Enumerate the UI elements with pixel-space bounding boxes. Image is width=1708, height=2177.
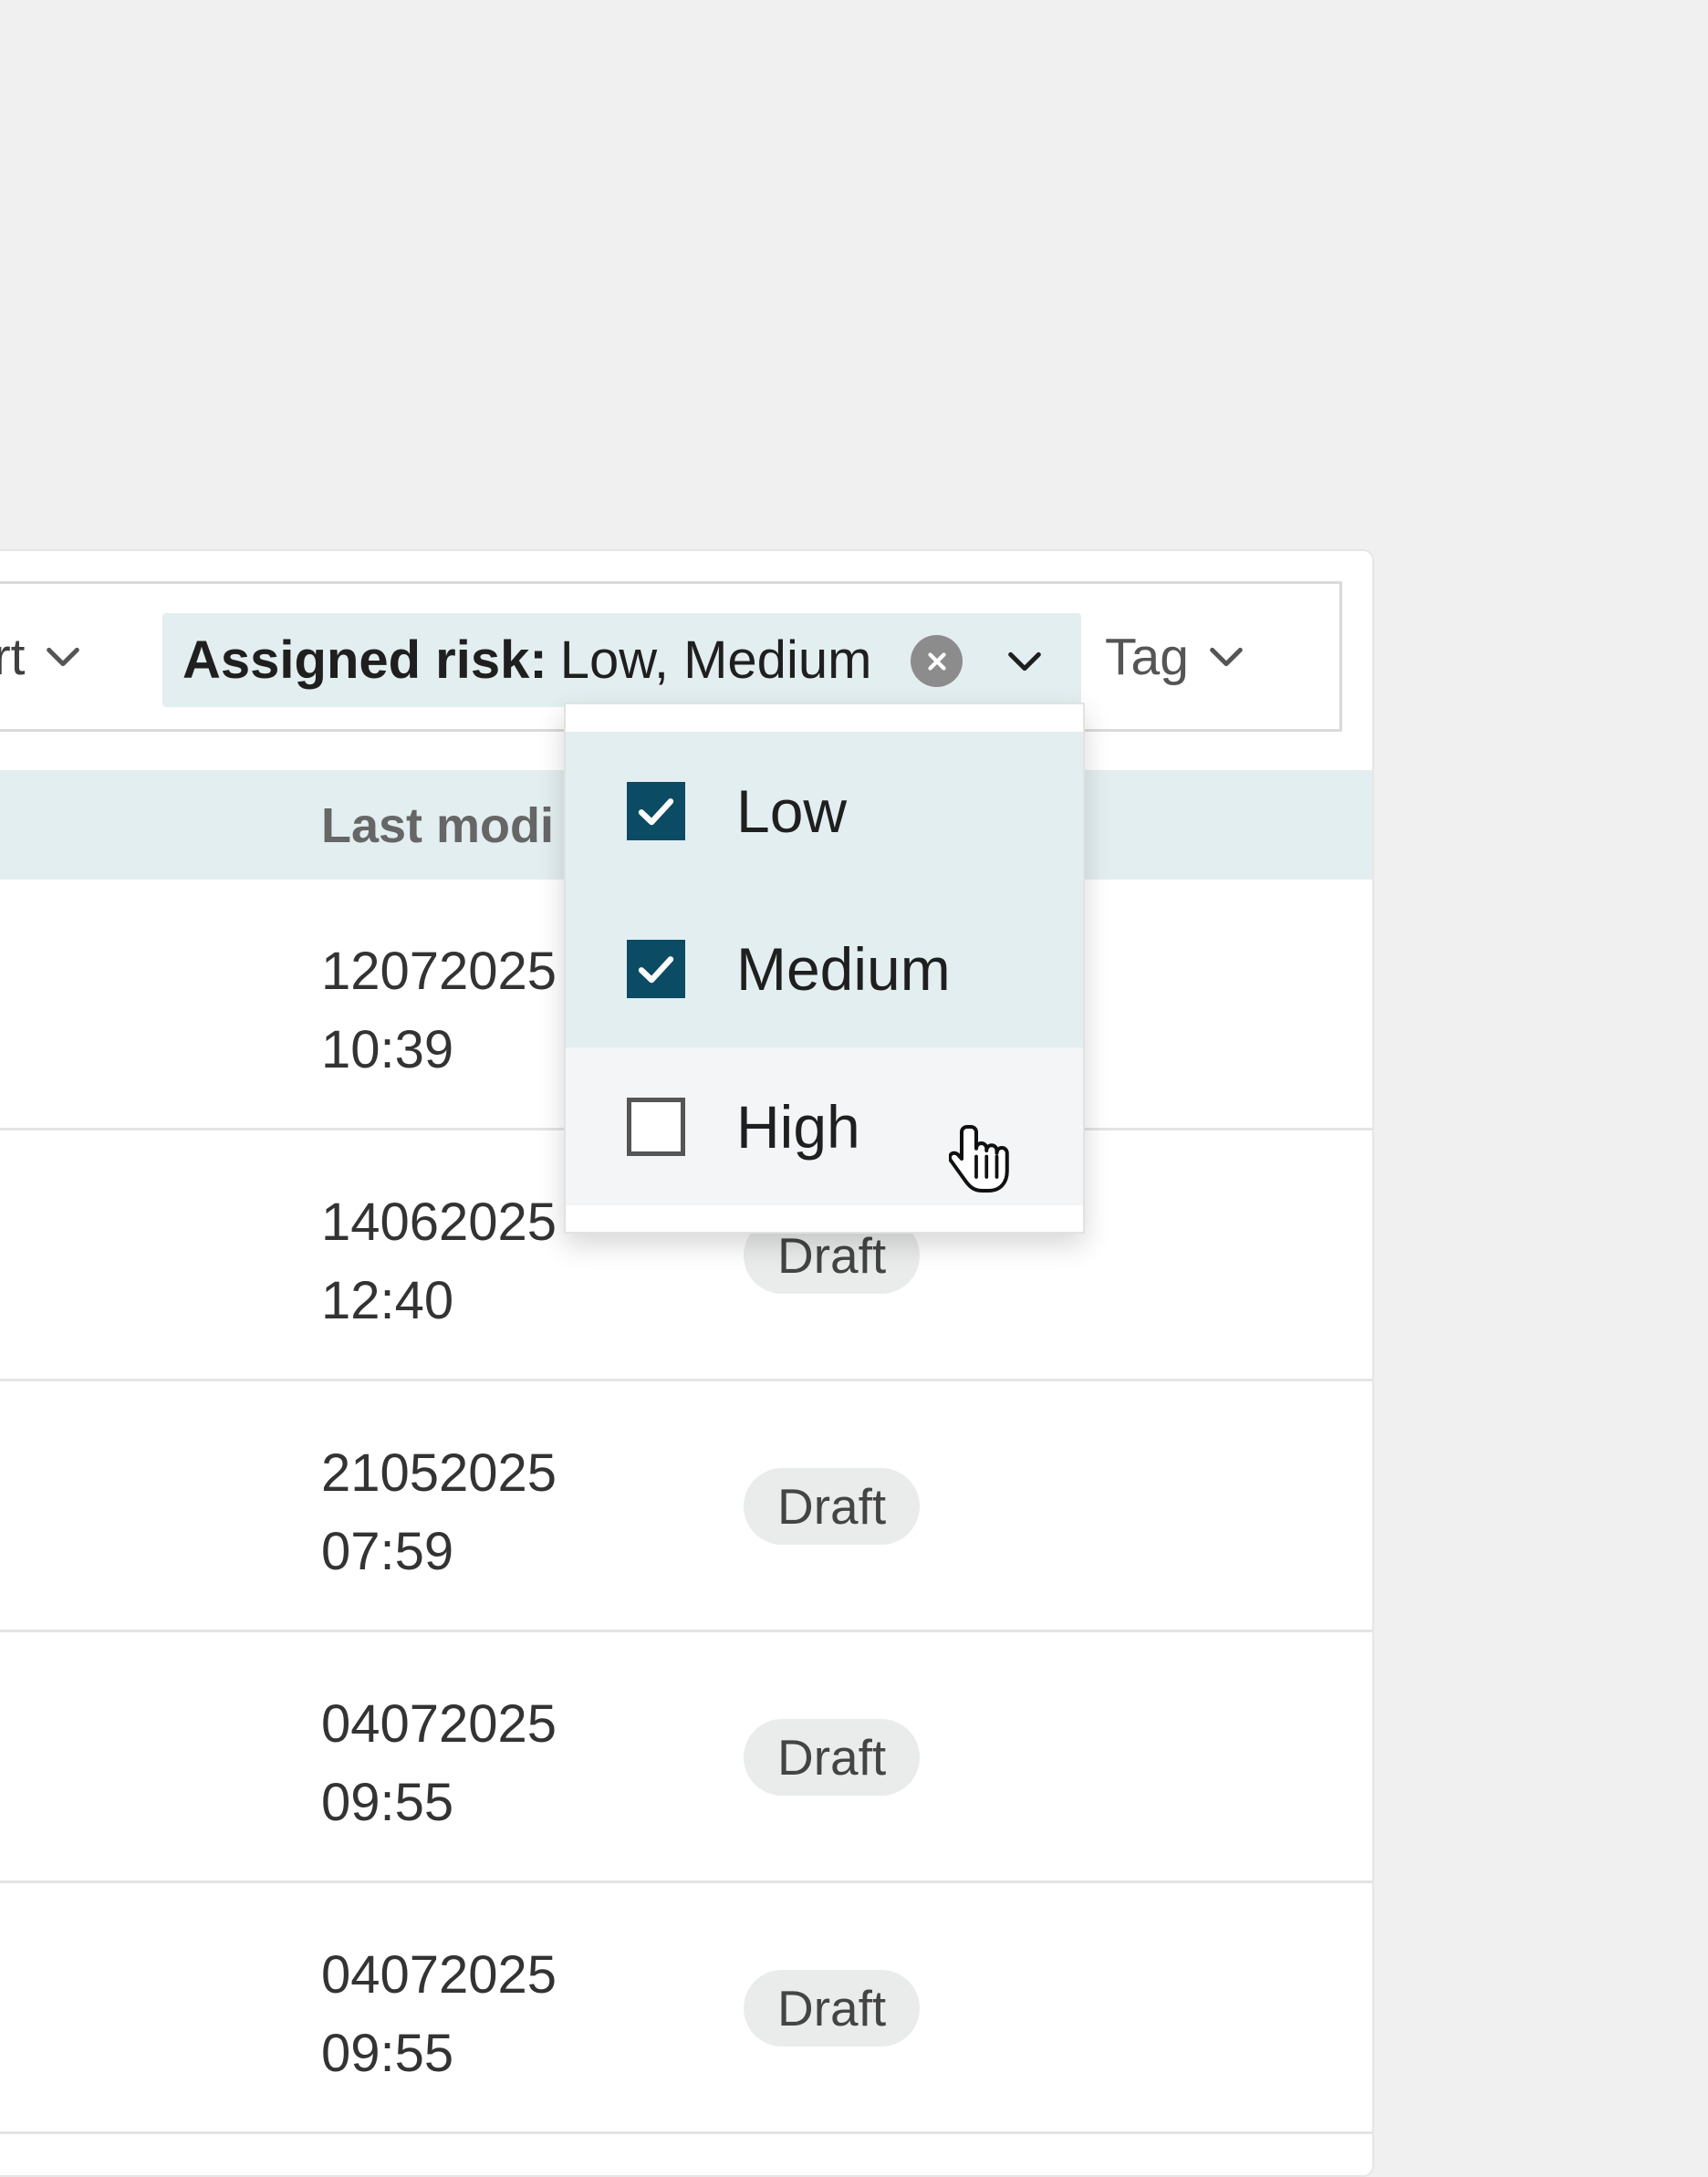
option-label: High <box>736 1092 860 1161</box>
last-modified-cell: 21052025 07:59 <box>321 1434 557 1591</box>
clear-filter-icon[interactable] <box>911 635 963 687</box>
time-text: 09:55 <box>321 1773 454 1832</box>
status-badge: Draft <box>744 1719 921 1796</box>
date-text: 04072025 <box>321 1945 557 2005</box>
checkbox-checked[interactable] <box>627 781 685 840</box>
status-badge: Draft <box>744 1970 921 2047</box>
chevron-down-icon <box>1210 647 1243 666</box>
expert-filter[interactable]: ert <box>0 584 84 729</box>
assigned-risk-label: Assigned risk: <box>182 630 547 690</box>
checkbox-checked[interactable] <box>627 939 685 998</box>
time-text: 09:55 <box>321 2024 454 2083</box>
check-icon <box>638 955 674 983</box>
tag-filter-label: Tag <box>1105 627 1189 686</box>
date-text: 14062025 <box>321 1193 557 1252</box>
time-text: 12:40 <box>321 1271 454 1330</box>
option-label: Low <box>736 776 848 845</box>
assigned-risk-filter[interactable]: Assigned risk: Low, Medium <box>162 613 1081 707</box>
check-icon <box>638 797 674 825</box>
assigned-risk-value: Low, Medium <box>559 630 872 690</box>
expert-filter-label: ert <box>0 627 26 686</box>
date-text: 21052025 <box>321 1443 557 1503</box>
option-medium[interactable]: Medium <box>566 890 1083 1047</box>
hand-pointer-cursor-icon <box>949 1125 1009 1193</box>
time-text: 07:59 <box>321 1522 454 1581</box>
last-modified-cell: 04072025 09:55 <box>321 1936 557 2093</box>
date-text: 12072025 <box>321 942 557 1001</box>
last-modified-cell: 04072025 09:55 <box>321 1685 557 1842</box>
time-text: 10:39 <box>321 1020 454 1079</box>
option-label: Medium <box>736 934 951 1003</box>
chevron-down-icon[interactable] <box>1004 641 1046 682</box>
option-low[interactable]: Low <box>566 732 1083 890</box>
date-text: 04072025 <box>321 1694 557 1754</box>
tag-filter[interactable]: Tag <box>1105 584 1247 729</box>
table-row[interactable]: 04072025 09:55 Draft <box>0 1632 1372 1883</box>
status-badge: Draft <box>744 1468 921 1545</box>
table-row[interactable]: 21052025 07:59 Draft <box>0 1381 1372 1632</box>
last-modified-cell: 14062025 12:40 <box>321 1183 557 1340</box>
checkbox-unchecked[interactable] <box>627 1097 685 1156</box>
table-row[interactable]: 04072025 09:55 Draft <box>0 1883 1372 2134</box>
last-modified-cell: 12072025 10:39 <box>321 932 557 1089</box>
chevron-down-icon <box>46 647 79 666</box>
column-header-last-modified[interactable]: Last modi <box>321 797 554 854</box>
